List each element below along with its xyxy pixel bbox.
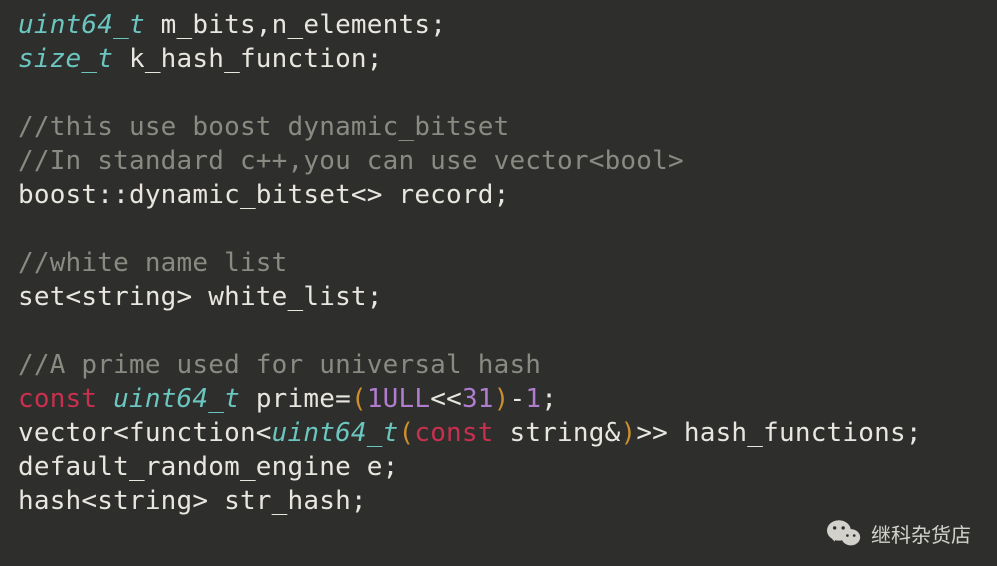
code-line: set<string> white_list; (18, 280, 979, 314)
code-token: uint64_t (113, 384, 240, 414)
code-token: 1 (525, 384, 541, 414)
code-token: uint64_t (272, 418, 399, 448)
code-token: const (18, 384, 97, 414)
code-line: const uint64_t prime=(1ULL<<31)-1; (18, 382, 979, 416)
code-token: //In standard c++,you can use vector<boo… (18, 146, 684, 176)
code-token: ; (541, 384, 557, 414)
code-token: size_t (18, 44, 113, 74)
code-token: 1ULL (367, 384, 430, 414)
code-token: ) (494, 384, 510, 414)
code-line: uint64_t m_bits,n_elements; (18, 8, 979, 42)
code-line: hash<string> str_hash; (18, 484, 979, 518)
code-block: uint64_t m_bits,n_elements;size_t k_hash… (0, 0, 997, 528)
code-token: default_random_engine e; (18, 452, 398, 482)
code-line (18, 212, 979, 246)
code-line: size_t k_hash_function; (18, 42, 979, 76)
code-token: k_hash_function; (113, 44, 383, 74)
code-token: //this use boost dynamic_bitset (18, 112, 509, 142)
code-token: vector<function< (18, 418, 272, 448)
code-token (97, 384, 113, 414)
code-token: << (430, 384, 462, 414)
code-line: boost::dynamic_bitset<> record; (18, 178, 979, 212)
code-line: //A prime used for universal hash (18, 348, 979, 382)
code-token: set<string> white_list; (18, 282, 383, 312)
code-line: //white name list (18, 246, 979, 280)
code-line (18, 76, 979, 110)
code-token: ) (620, 418, 636, 448)
code-token: m_bits,n_elements; (145, 10, 446, 40)
code-token: const (414, 418, 493, 448)
code-line: //this use boost dynamic_bitset (18, 110, 979, 144)
code-line: //In standard c++,you can use vector<boo… (18, 144, 979, 178)
code-token: string& (494, 418, 621, 448)
code-line: vector<function<uint64_t(const string&)>… (18, 416, 979, 450)
code-line (18, 314, 979, 348)
code-token: >> hash_functions; (636, 418, 921, 448)
code-token: 31 (462, 384, 494, 414)
code-line: default_random_engine e; (18, 450, 979, 484)
code-token: hash<string> str_hash; (18, 486, 367, 516)
code-token: //white name list (18, 248, 288, 278)
code-token: ( (351, 384, 367, 414)
code-token: ( (398, 418, 414, 448)
code-token: prime= (240, 384, 351, 414)
code-token: - (510, 384, 526, 414)
code-token: //A prime used for universal hash (18, 350, 541, 380)
code-token: boost::dynamic_bitset<> record; (18, 180, 509, 210)
code-token: uint64_t (18, 10, 145, 40)
